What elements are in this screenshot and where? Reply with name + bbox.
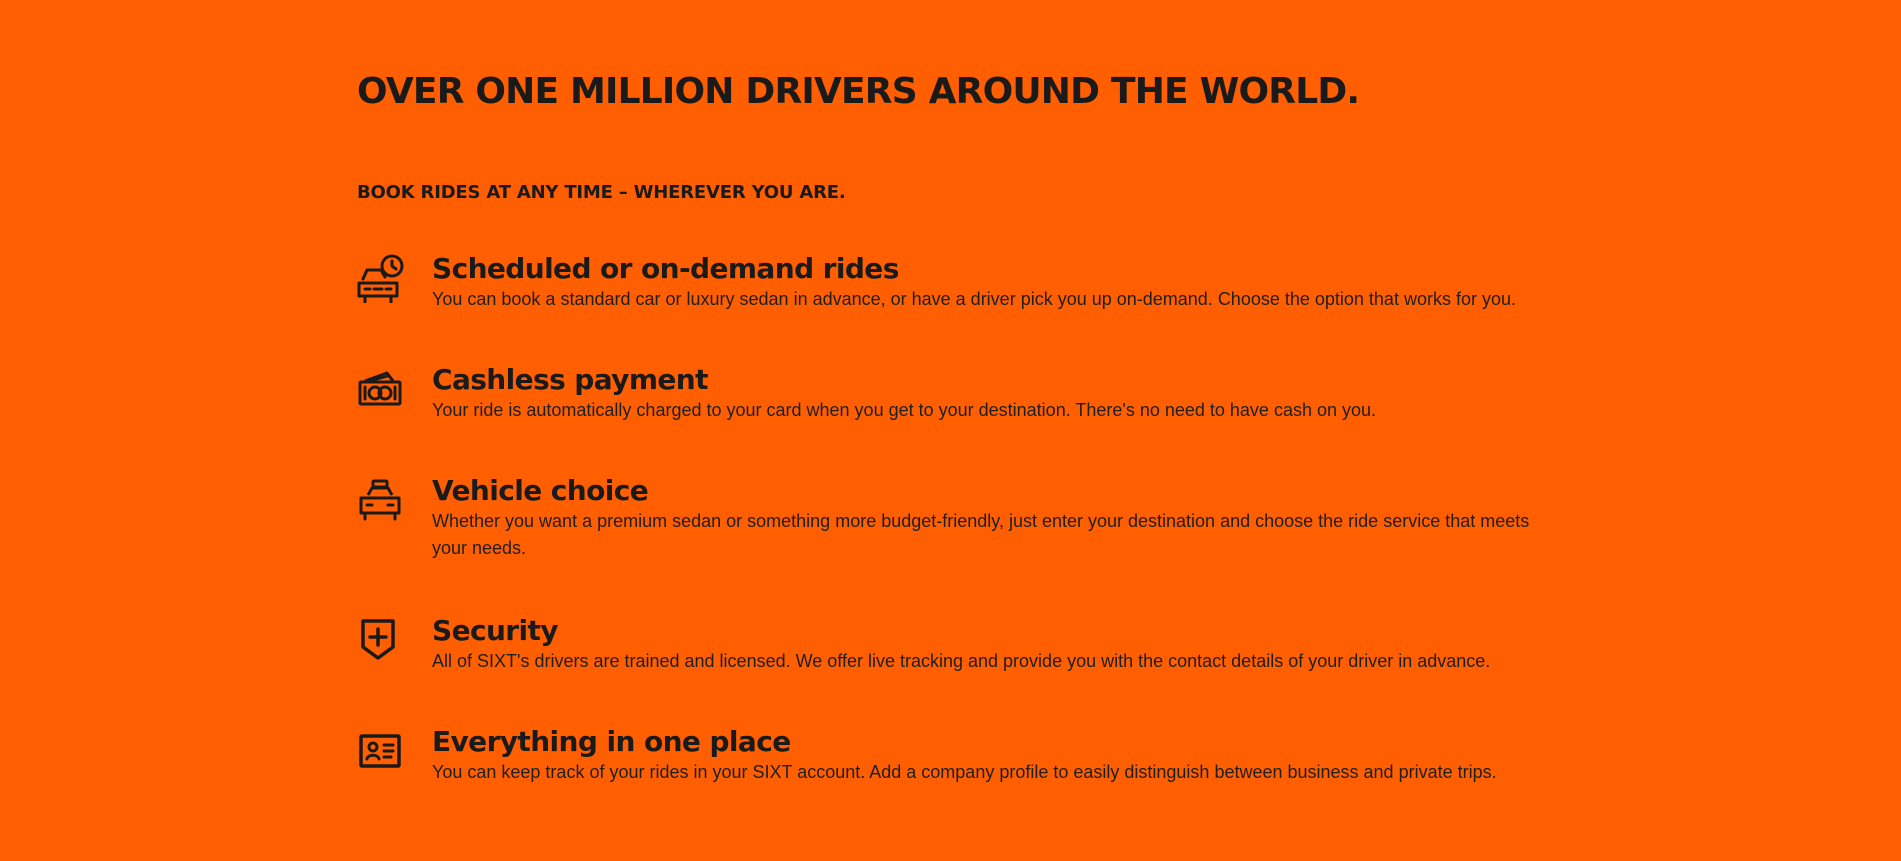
feature-title: Cashless payment [432, 363, 709, 396]
cash-payment-icon [357, 363, 432, 415]
feature-item-security: Security All of SIXT's drivers are train… [357, 614, 1547, 675]
taxi-icon [357, 474, 432, 526]
feature-description: Whether you want a premium sedan or some… [432, 511, 1530, 558]
feature-item-vehicle-choice: Vehicle choice Whether you want a premiu… [357, 474, 1547, 562]
shield-plus-icon [357, 614, 432, 666]
page-root: OVER ONE MILLION DRIVERS AROUND THE WORL… [0, 0, 1901, 861]
feature-copy-cashless-payment: Cashless payment Your ride is automatica… [432, 363, 1542, 424]
feature-description: You can book a standard car or luxury se… [432, 289, 1516, 309]
page-subheadline: BOOK RIDES AT ANY TIME – WHEREVER YOU AR… [357, 182, 846, 203]
feature-title: Vehicle choice [432, 474, 649, 507]
feature-description: You can keep track of your rides in your… [432, 762, 1497, 782]
id-card-icon [357, 725, 432, 777]
feature-item-scheduled-rides: Scheduled or on-demand rides You can boo… [357, 252, 1547, 313]
feature-copy-everything-in-one-place: Everything in one place You can keep tra… [432, 725, 1542, 786]
feature-list: Scheduled or on-demand rides You can boo… [357, 252, 1547, 786]
feature-item-cashless-payment: Cashless payment Your ride is automatica… [357, 363, 1547, 424]
feature-copy-scheduled-rides: Scheduled or on-demand rides You can boo… [432, 252, 1542, 313]
page-headline: OVER ONE MILLION DRIVERS AROUND THE WORL… [357, 71, 1360, 112]
feature-title: Scheduled or on-demand rides [432, 252, 899, 285]
feature-description: Your ride is automatically charged to yo… [432, 400, 1377, 420]
scheduled-car-icon [357, 252, 432, 304]
feature-description: All of SIXT's drivers are trained and li… [432, 651, 1491, 671]
feature-title: Security [432, 614, 559, 647]
content-wrapper: OVER ONE MILLION DRIVERS AROUND THE WORL… [357, 66, 1547, 836]
feature-copy-security: Security All of SIXT's drivers are train… [432, 614, 1542, 675]
feature-item-everything-in-one-place: Everything in one place You can keep tra… [357, 725, 1547, 786]
feature-title: Everything in one place [432, 725, 791, 758]
feature-copy-vehicle-choice: Vehicle choice Whether you want a premiu… [432, 474, 1542, 562]
